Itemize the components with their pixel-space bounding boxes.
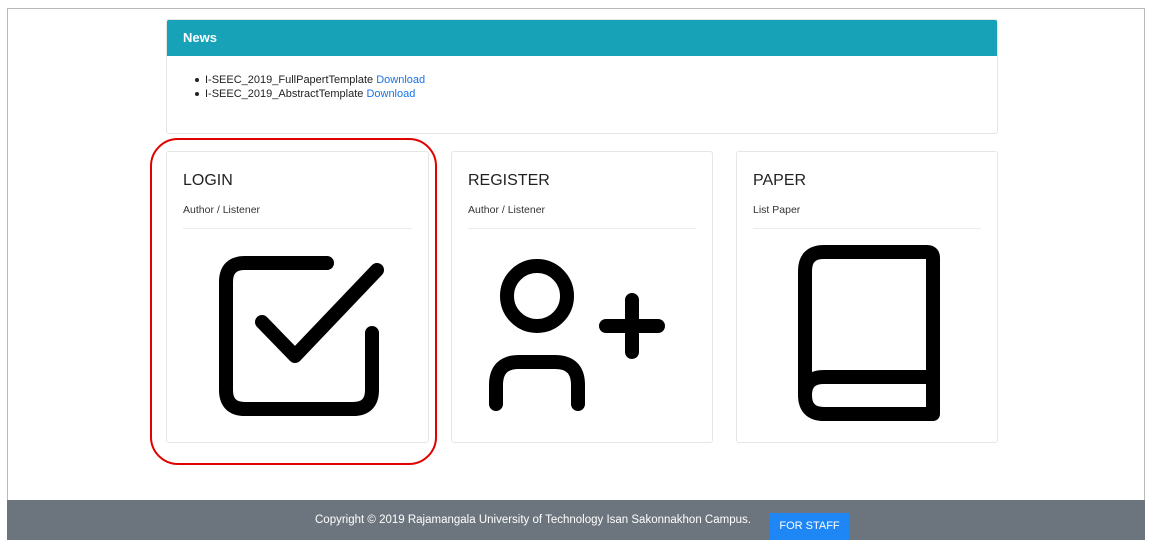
login-card[interactable]: LOGIN Author / Listener (166, 151, 429, 443)
news-header: News (167, 20, 997, 56)
paper-card[interactable]: PAPER List Paper (736, 151, 998, 443)
register-card[interactable]: REGISTER Author / Listener (451, 151, 713, 443)
user-plus-icon[interactable] (452, 152, 714, 444)
news-list: I-SEEC_2019_FullPapertTemplate Download … (194, 73, 425, 101)
check-square-icon[interactable] (167, 152, 430, 444)
news-item-text: I-SEEC_2019_AbstractTemplate (205, 88, 364, 100)
news-item: I-SEEC_2019_AbstractTemplate Download (194, 87, 425, 101)
footer: Copyright © 2019 Rajamangala University … (7, 500, 1145, 540)
news-panel: News I-SEEC_2019_FullPapertTemplate Down… (166, 19, 998, 134)
book-icon[interactable] (737, 152, 999, 444)
news-item: I-SEEC_2019_FullPapertTemplate Download (194, 73, 425, 87)
download-link[interactable]: Download (366, 88, 415, 100)
for-staff-button[interactable]: FOR STAFF (770, 513, 849, 540)
copyright-text: Copyright © 2019 Rajamangala University … (315, 514, 751, 526)
news-item-text: I-SEEC_2019_FullPapertTemplate (205, 74, 374, 86)
download-link[interactable]: Download (376, 74, 425, 86)
